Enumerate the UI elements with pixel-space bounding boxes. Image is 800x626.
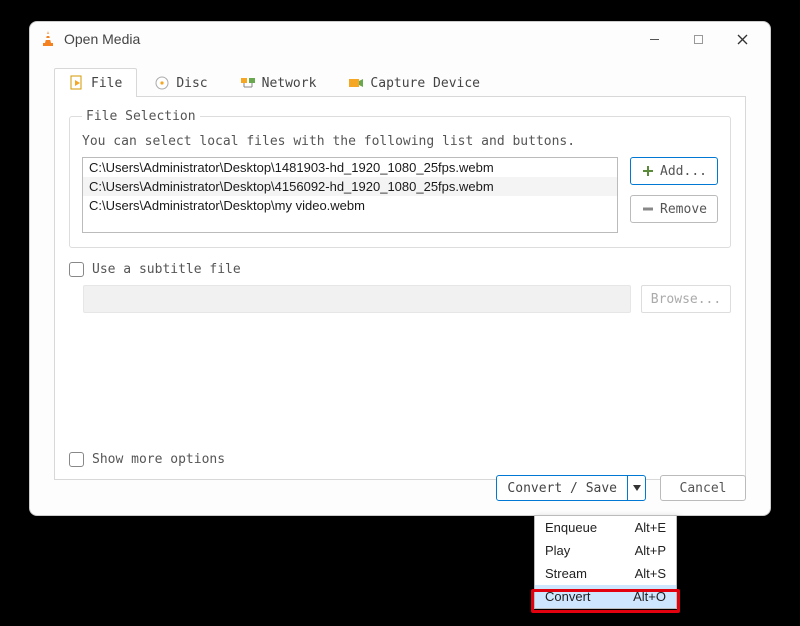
tab-capture[interactable]: Capture Device xyxy=(333,68,495,97)
menu-item-convert[interactable]: Convert Alt+O xyxy=(535,585,676,608)
tab-network-label: Network xyxy=(262,76,317,91)
titlebar: Open Media xyxy=(30,22,770,56)
window-title: Open Media xyxy=(64,31,140,47)
menu-item-stream[interactable]: Stream Alt+S xyxy=(535,562,676,585)
list-item[interactable]: C:\Users\Administrator\Desktop\4156092-h… xyxy=(83,177,617,196)
menu-item-label: Enqueue xyxy=(545,520,597,535)
cancel-button-label: Cancel xyxy=(680,481,727,496)
cancel-button[interactable]: Cancel xyxy=(660,475,746,501)
browse-button: Browse... xyxy=(641,285,731,313)
menu-item-enqueue[interactable]: Enqueue Alt+E xyxy=(535,516,676,539)
disc-icon xyxy=(154,75,170,91)
menu-item-play[interactable]: Play Alt+P xyxy=(535,539,676,562)
subtitle-section: Use a subtitle file Browse... xyxy=(69,262,731,313)
add-button-label: Add... xyxy=(660,164,707,179)
tab-disc[interactable]: Disc xyxy=(139,68,222,97)
convert-save-label: Convert / Save xyxy=(497,476,627,500)
minimize-button[interactable] xyxy=(632,24,676,54)
tab-disc-label: Disc xyxy=(176,76,207,91)
show-more-options[interactable]: Show more options xyxy=(69,452,225,467)
add-button[interactable]: Add... xyxy=(630,157,718,185)
list-item[interactable]: C:\Users\Administrator\Desktop\my video.… xyxy=(83,196,617,215)
menu-item-shortcut: Alt+P xyxy=(635,543,666,558)
dialog-footer: Convert / Save Cancel xyxy=(496,475,746,501)
tab-bar: File Disc Network Capture Device xyxy=(30,68,770,97)
subtitle-path-input xyxy=(83,285,631,313)
more-options-label: Show more options xyxy=(92,452,225,467)
file-list[interactable]: C:\Users\Administrator\Desktop\1481903-h… xyxy=(82,157,618,233)
subtitle-checkbox[interactable] xyxy=(69,262,84,277)
tab-file[interactable]: File xyxy=(54,68,137,97)
tab-capture-label: Capture Device xyxy=(370,76,480,91)
close-button[interactable] xyxy=(720,24,764,54)
menu-item-shortcut: Alt+O xyxy=(633,589,666,604)
open-media-dialog: Open Media File Disc Netw xyxy=(29,21,771,516)
more-options-checkbox[interactable] xyxy=(69,452,84,467)
minus-icon xyxy=(641,202,655,216)
file-selection-group: File Selection You can select local file… xyxy=(69,109,731,248)
menu-item-label: Stream xyxy=(545,566,587,581)
menu-item-shortcut: Alt+E xyxy=(635,520,666,535)
convert-save-button[interactable]: Convert / Save xyxy=(496,475,646,501)
menu-item-shortcut: Alt+S xyxy=(635,566,666,581)
tab-file-label: File xyxy=(91,76,122,91)
plus-icon xyxy=(641,164,655,178)
vlc-cone-icon xyxy=(40,30,56,48)
remove-button[interactable]: Remove xyxy=(630,195,718,223)
file-icon xyxy=(69,75,85,91)
file-selection-legend: File Selection xyxy=(82,109,200,124)
subtitle-checkbox-label: Use a subtitle file xyxy=(92,262,241,277)
menu-item-label: Convert xyxy=(545,589,591,604)
maximize-button[interactable] xyxy=(676,24,720,54)
dropdown-arrow[interactable] xyxy=(627,476,645,500)
menu-item-label: Play xyxy=(545,543,570,558)
list-item[interactable]: C:\Users\Administrator\Desktop\1481903-h… xyxy=(83,158,617,177)
browse-button-label: Browse... xyxy=(651,292,721,307)
file-selection-hint: You can select local files with the foll… xyxy=(82,134,718,149)
capture-device-icon xyxy=(348,75,364,91)
file-panel: File Selection You can select local file… xyxy=(54,96,746,480)
tab-network[interactable]: Network xyxy=(225,68,332,97)
network-icon xyxy=(240,75,256,91)
remove-button-label: Remove xyxy=(660,202,707,217)
convert-dropdown-menu: Enqueue Alt+E Play Alt+P Stream Alt+S Co… xyxy=(534,515,677,609)
